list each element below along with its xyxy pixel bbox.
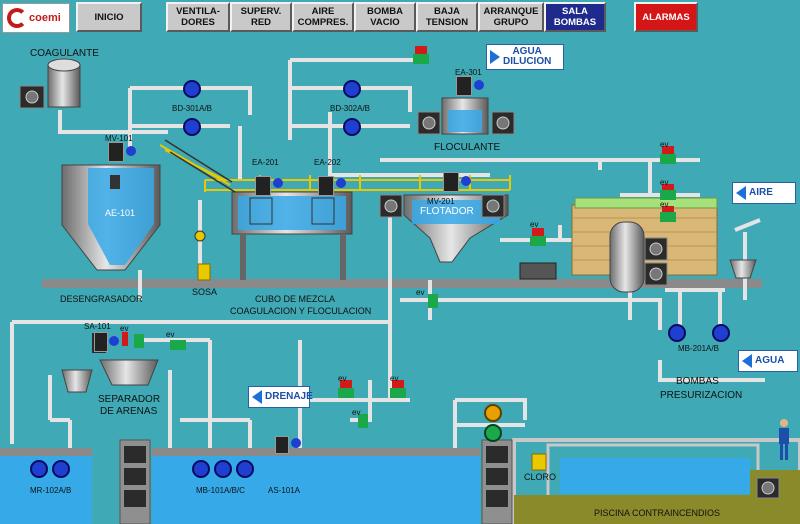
pressure-vessel xyxy=(609,221,645,293)
label-flotador: FLOTADOR xyxy=(420,206,474,217)
label-ev-7: ev xyxy=(166,330,175,339)
status-as101-icon xyxy=(291,438,301,448)
motor-mv101[interactable] xyxy=(108,142,124,162)
pump-mb101a[interactable] xyxy=(192,460,210,478)
valve-agua-dilucion-body xyxy=(413,54,429,64)
status-ea301-icon xyxy=(474,80,484,90)
status-ea202-icon xyxy=(336,178,346,188)
label-bombas-2: PRESURIZACION xyxy=(660,390,743,401)
status-mv201-icon xyxy=(461,176,471,186)
label-separador-1: SEPARADOR xyxy=(98,394,161,405)
pump-cloro-2[interactable] xyxy=(484,424,502,442)
drenaje-button[interactable]: DRENAJE xyxy=(248,386,313,408)
label-ev-1: ev xyxy=(660,140,669,149)
agua-label: AGUA xyxy=(755,355,785,366)
valve-ev-center[interactable] xyxy=(428,294,438,308)
arrow-left-icon xyxy=(742,354,752,368)
aire-button[interactable]: AIRE xyxy=(732,182,796,204)
pump-mr102b[interactable] xyxy=(52,460,70,478)
motor-mv201[interactable] xyxy=(443,172,459,192)
valve-ev-2-body xyxy=(660,190,676,200)
separador-arenas-tank xyxy=(99,359,159,386)
pump-bd302b[interactable] xyxy=(343,118,361,136)
label-piscina: PISCINA CONTRAINCENDIOS xyxy=(594,508,721,518)
label-cloro: CLORO xyxy=(524,472,557,482)
operator-figure xyxy=(779,419,789,460)
pump-mb201b[interactable] xyxy=(712,324,730,342)
process-diagram xyxy=(0,58,800,524)
motor-sa101[interactable] xyxy=(94,332,108,352)
pump-mb101c[interactable] xyxy=(236,460,254,478)
label-ev-10: ev xyxy=(352,408,361,417)
pump-bd301b[interactable] xyxy=(183,118,201,136)
label-ae101: AE-101 xyxy=(105,208,136,218)
arrow-left-icon xyxy=(736,186,746,200)
valve-agua-dilucion[interactable] xyxy=(415,46,427,54)
label-ev-2: ev xyxy=(660,178,669,187)
motor-ea201[interactable] xyxy=(255,176,271,196)
agua-dilucion-label-2: DILUCION xyxy=(503,56,552,67)
arrow-left-icon xyxy=(252,390,262,404)
valve-ev-left[interactable] xyxy=(170,340,186,350)
agua-dilucion-text: AGUA DILUCION xyxy=(503,47,551,67)
label-sa101: SA-101 xyxy=(84,322,111,331)
pump-cloro-1[interactable] xyxy=(484,404,502,422)
label-separador-2: DE ARENAS xyxy=(100,406,158,417)
block-column-2 xyxy=(481,439,513,524)
label-ev-3: ev xyxy=(660,200,669,209)
valve-ev-separador[interactable] xyxy=(122,332,128,346)
motor-as101[interactable] xyxy=(275,436,289,454)
block-column-1 xyxy=(119,439,151,524)
valve-ev-3-body xyxy=(660,212,676,222)
motor-ea202[interactable] xyxy=(318,176,334,196)
aire-label: AIRE xyxy=(749,187,773,198)
label-bd301: BD-301A/B xyxy=(172,104,213,113)
arrow-right-icon xyxy=(490,50,500,64)
pump-bd301a[interactable] xyxy=(183,80,201,98)
label-ea202: EA-202 xyxy=(314,158,341,167)
label-mb201: MB-201A/B xyxy=(678,344,719,353)
valve-ev-drenaje-2-body xyxy=(390,388,406,398)
label-coagulante: COAGULANTE xyxy=(30,48,99,59)
label-mv201: MV-201 xyxy=(427,197,455,206)
cloro-tank xyxy=(531,453,547,471)
valve-ev-1-body xyxy=(660,154,676,164)
label-cubo-mezcla: CUBO DE MEZCLA xyxy=(255,294,336,304)
label-mv101: MV-101 xyxy=(105,134,133,143)
label-as101: AS-101A xyxy=(268,486,301,495)
stair xyxy=(164,139,236,193)
label-mb101: MB-101A/B/C xyxy=(196,486,245,495)
status-mv101-icon xyxy=(126,146,136,156)
drenaje-label: DRENAJE xyxy=(265,391,313,402)
label-mr102: MR-102A/B xyxy=(30,486,72,495)
label-bombas-1: BOMBAS xyxy=(676,376,719,387)
label-sosa: SOSA xyxy=(192,287,218,297)
valve-ev-separador-body xyxy=(134,334,144,348)
label-ev-9: ev xyxy=(390,374,399,383)
agua-dilucion-button[interactable]: AGUA DILUCION xyxy=(486,44,564,70)
label-ev-6: ev xyxy=(120,324,129,333)
label-ev-4: ev xyxy=(530,220,539,229)
piscina-water xyxy=(560,458,750,494)
pump-mb101b[interactable] xyxy=(214,460,232,478)
label-floculante: FLOCULANTE xyxy=(434,142,501,153)
label-coag-floc: COAGULACION Y FLOCULACION xyxy=(230,306,372,316)
pump-mb201a[interactable] xyxy=(668,324,686,342)
agua-button[interactable]: AGUA xyxy=(738,350,798,372)
label-desengrasador: DESENGRASADOR xyxy=(60,294,143,304)
status-sa101-icon xyxy=(109,336,119,346)
label-bd302: BD-302A/B xyxy=(330,104,371,113)
label-ea201: EA-201 xyxy=(252,158,279,167)
label-ea301: EA-301 xyxy=(455,68,482,77)
valve-ev-drenaje-1-body xyxy=(338,388,354,398)
pump-bd302a[interactable] xyxy=(343,80,361,98)
label-ev-8: ev xyxy=(338,374,347,383)
status-ea201-icon xyxy=(273,178,283,188)
valve-ev-flotador[interactable] xyxy=(532,228,544,236)
pump-mr102a[interactable] xyxy=(30,460,48,478)
valve-ev-flotador-body xyxy=(530,236,546,246)
label-ev-5: ev xyxy=(416,288,425,297)
sosa-tank xyxy=(197,263,211,281)
motor-ea301[interactable] xyxy=(456,76,472,96)
